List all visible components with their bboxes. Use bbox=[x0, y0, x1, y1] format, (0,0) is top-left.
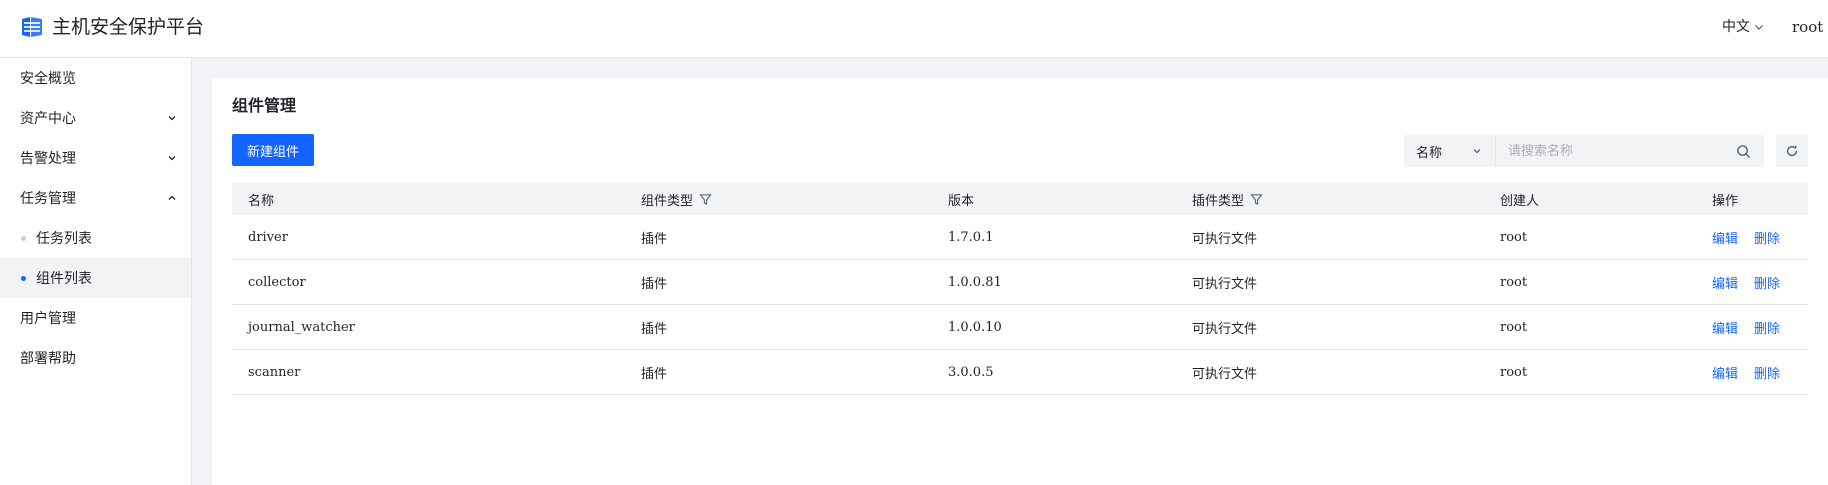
cell-version: 1.0.0.81 bbox=[948, 274, 1002, 290]
sidebar-item-label: 安全概览 bbox=[20, 71, 76, 87]
sidebar-item-label: 部署帮助 bbox=[20, 351, 76, 367]
search-field-label: 名称 bbox=[1416, 145, 1443, 161]
refresh-button[interactable] bbox=[1776, 135, 1808, 167]
cell-actions: 编辑 删除 bbox=[1712, 260, 1780, 304]
cell-actions: 编辑 删除 bbox=[1712, 350, 1780, 394]
table-header: 名称 组件类型 版本 插件类型 创建人 操作 bbox=[232, 183, 1808, 215]
column-header-creator: 创建人 bbox=[1500, 183, 1539, 215]
sidebar-item-deploy-help[interactable]: 部署帮助 bbox=[0, 338, 191, 378]
column-header-name: 名称 bbox=[248, 183, 274, 215]
bullet-dot-icon bbox=[21, 236, 26, 241]
filter-icon[interactable] bbox=[1250, 193, 1263, 206]
sidebar-item-overview[interactable]: 安全概览 bbox=[0, 58, 191, 98]
column-label: 插件类型 bbox=[1192, 193, 1245, 209]
sidebar-item-label: 组件列表 bbox=[36, 271, 92, 287]
column-label: 创建人 bbox=[1500, 193, 1540, 209]
cell-creator: root bbox=[1500, 229, 1528, 245]
sidebar-item-label: 用户管理 bbox=[20, 311, 76, 327]
search-box bbox=[1495, 135, 1764, 167]
cell-version: 3.0.0.5 bbox=[948, 364, 994, 380]
sidebar-item-label: 任务列表 bbox=[36, 231, 92, 247]
cell-component-type: 插件 bbox=[641, 366, 668, 382]
chevron-down-icon bbox=[1473, 149, 1481, 154]
chevron-down-icon bbox=[168, 116, 176, 121]
sidebar: 安全概览 资产中心 告警处理 任务管理 任务列表 组件列表 用户管理 部署帮助 bbox=[0, 58, 192, 485]
cell-name: collector bbox=[248, 274, 306, 290]
user-menu[interactable]: root bbox=[1792, 17, 1823, 37]
cell-plugin-type: 可执行文件 bbox=[1192, 366, 1258, 382]
sidebar-item-alerts[interactable]: 告警处理 bbox=[0, 138, 191, 178]
refresh-icon bbox=[1786, 145, 1798, 157]
column-label: 操作 bbox=[1712, 193, 1739, 209]
sidebar-item-task-list[interactable]: 任务列表 bbox=[0, 218, 191, 258]
column-label: 组件类型 bbox=[641, 193, 694, 209]
search-input[interactable] bbox=[1508, 135, 1728, 167]
column-header-component-type: 组件类型 bbox=[641, 183, 712, 215]
cell-version: 1.0.0.10 bbox=[948, 319, 1002, 335]
chevron-up-icon bbox=[168, 195, 176, 200]
language-label: 中文 bbox=[1722, 19, 1750, 35]
top-bar: 主机安全保护平台 中文 root bbox=[0, 0, 1828, 58]
sidebar-item-users[interactable]: 用户管理 bbox=[0, 298, 191, 338]
cell-creator: root bbox=[1500, 319, 1528, 335]
sidebar-item-tasks[interactable]: 任务管理 bbox=[0, 178, 191, 218]
bullet-dot-icon bbox=[21, 276, 26, 281]
cell-creator: root bbox=[1500, 364, 1528, 380]
cell-component-type: 插件 bbox=[641, 321, 668, 337]
edit-link[interactable]: 编辑 bbox=[1712, 318, 1738, 337]
cell-component-type: 插件 bbox=[641, 231, 668, 247]
column-header-actions: 操作 bbox=[1712, 183, 1738, 215]
cell-component-type: 插件 bbox=[641, 276, 668, 292]
cell-actions: 编辑 删除 bbox=[1712, 305, 1780, 349]
table-row: journal_watcher 插件 1.0.0.10 可执行文件 root 编… bbox=[232, 305, 1808, 350]
chevron-down-icon bbox=[168, 156, 176, 161]
filter-icon[interactable] bbox=[699, 193, 712, 206]
delete-link[interactable]: 删除 bbox=[1754, 363, 1780, 382]
cell-name: driver bbox=[248, 229, 288, 245]
table-row: scanner 插件 3.0.0.5 可执行文件 root 编辑 删除 bbox=[232, 350, 1808, 395]
cell-plugin-type: 可执行文件 bbox=[1192, 276, 1258, 292]
sidebar-item-label: 资产中心 bbox=[20, 111, 76, 127]
search-icon[interactable] bbox=[1736, 144, 1751, 159]
edit-link[interactable]: 编辑 bbox=[1712, 273, 1738, 292]
chevron-down-icon bbox=[1755, 25, 1763, 30]
column-label: 名称 bbox=[248, 193, 275, 209]
sidebar-item-assets[interactable]: 资产中心 bbox=[0, 98, 191, 138]
sidebar-item-component-list[interactable]: 组件列表 bbox=[0, 258, 191, 298]
cell-version: 1.7.0.1 bbox=[948, 229, 994, 245]
search-field-select[interactable]: 名称 bbox=[1404, 135, 1495, 167]
cell-plugin-type: 可执行文件 bbox=[1192, 231, 1258, 247]
platform-logo-icon bbox=[22, 17, 42, 37]
cell-name: journal_watcher bbox=[248, 319, 355, 335]
delete-link[interactable]: 删除 bbox=[1754, 228, 1780, 247]
cell-creator: root bbox=[1500, 274, 1528, 290]
cell-plugin-type: 可执行文件 bbox=[1192, 321, 1258, 337]
brand-title: 主机安全保护平台 bbox=[52, 16, 205, 38]
cell-actions: 编辑 删除 bbox=[1712, 215, 1780, 259]
table-row: collector 插件 1.0.0.81 可执行文件 root 编辑 删除 bbox=[232, 260, 1808, 305]
cell-name: scanner bbox=[248, 364, 301, 380]
edit-link[interactable]: 编辑 bbox=[1712, 363, 1738, 382]
language-selector[interactable]: 中文 bbox=[1722, 17, 1764, 37]
table-row: driver 插件 1.7.0.1 可执行文件 root 编辑 删除 bbox=[232, 215, 1808, 260]
column-header-version: 版本 bbox=[948, 183, 974, 215]
sidebar-item-label: 任务管理 bbox=[20, 191, 76, 207]
delete-link[interactable]: 删除 bbox=[1754, 273, 1780, 292]
column-label: 版本 bbox=[948, 193, 975, 209]
delete-link[interactable]: 删除 bbox=[1754, 318, 1780, 337]
page-title: 组件管理 bbox=[232, 96, 297, 115]
edit-link[interactable]: 编辑 bbox=[1712, 228, 1738, 247]
new-component-button[interactable]: 新建组件 bbox=[232, 134, 314, 166]
sidebar-item-label: 告警处理 bbox=[20, 151, 76, 167]
column-header-plugin-type: 插件类型 bbox=[1192, 183, 1263, 215]
